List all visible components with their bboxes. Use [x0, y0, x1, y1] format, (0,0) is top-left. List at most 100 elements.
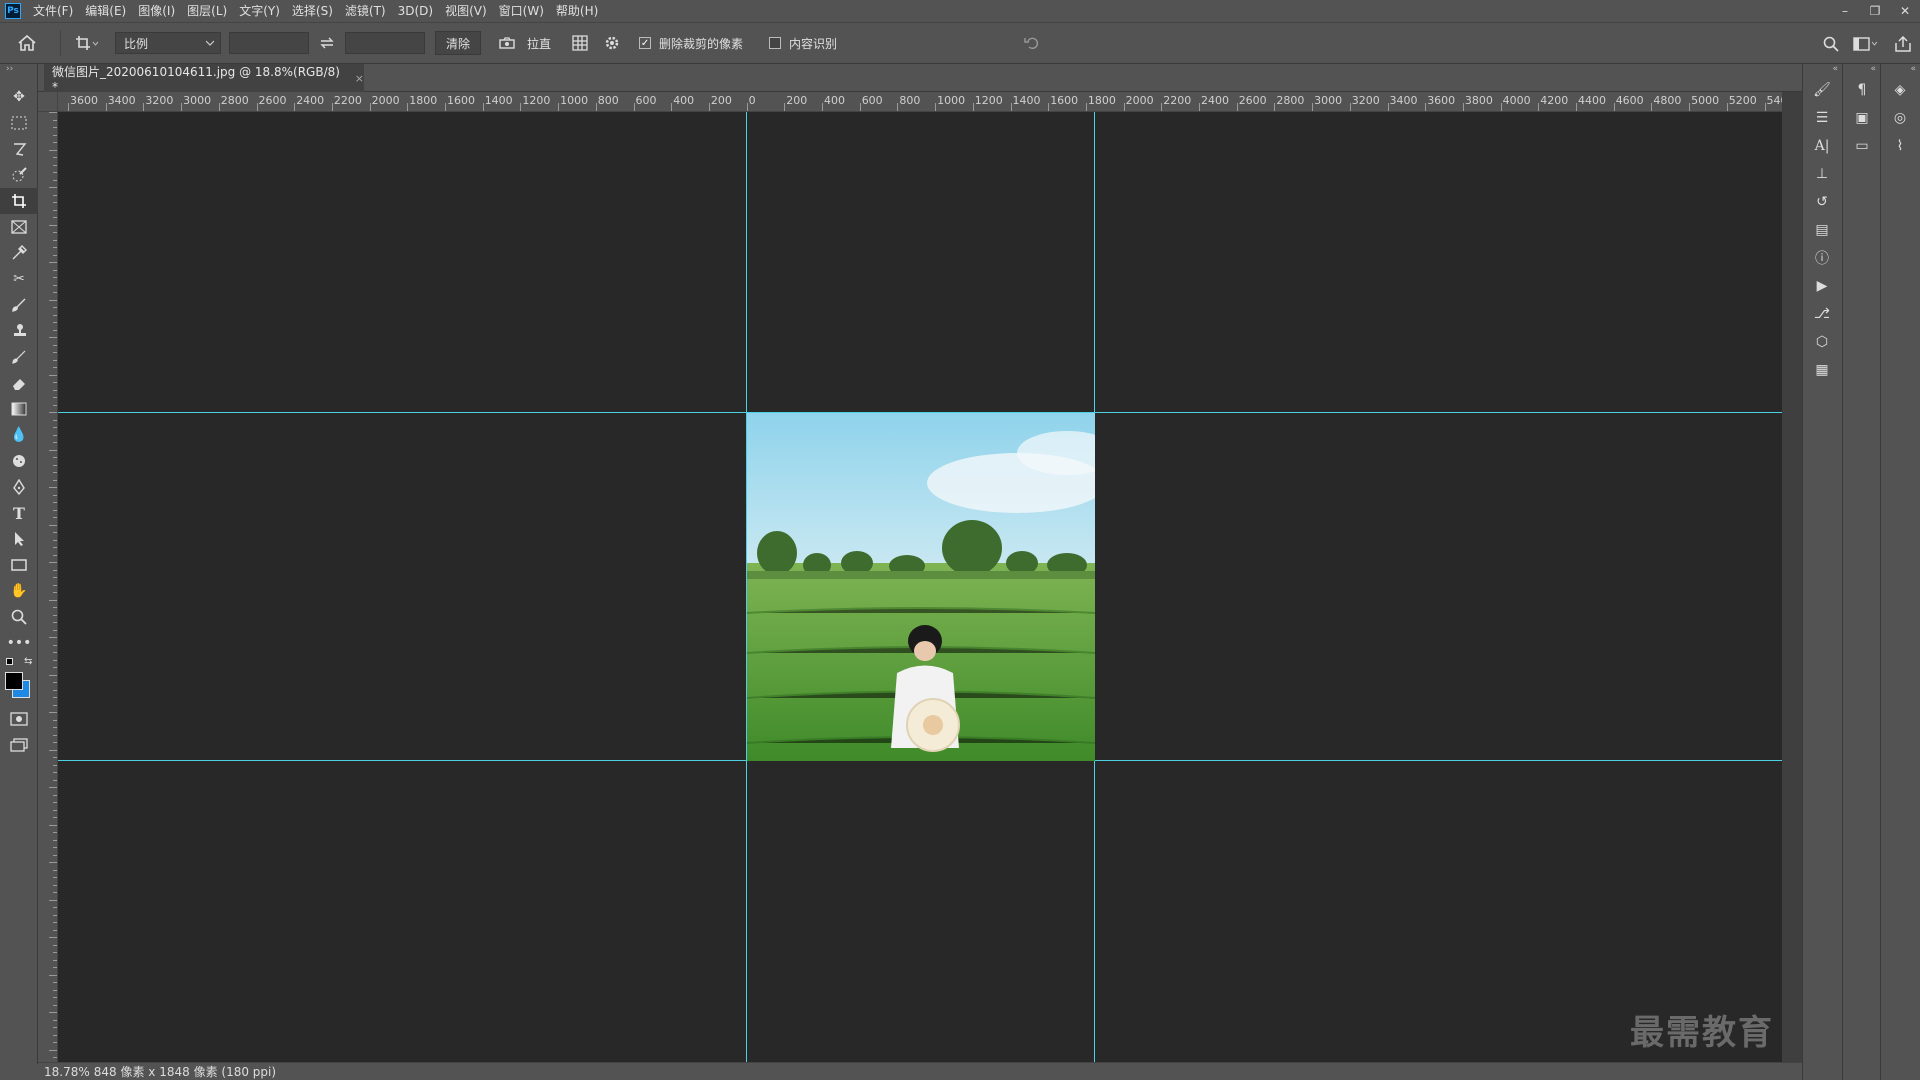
eraser-tool[interactable]	[0, 370, 38, 396]
collapse-dock-3-icon[interactable]: «	[1881, 64, 1920, 76]
channels-panel-button[interactable]: ◎	[1881, 104, 1919, 132]
delete-cropped-checkbox[interactable]: ✓	[639, 37, 652, 49]
brush-settings-panel-button[interactable]: 🖌	[1803, 76, 1841, 104]
clear-button[interactable]: 清除	[435, 31, 482, 55]
menu-filter[interactable]: 滤镜(T)	[339, 0, 392, 22]
toolbar-collapse-icon[interactable]: ››	[0, 64, 37, 76]
menu-type[interactable]: 文字(Y)	[233, 0, 286, 22]
ruler-origin[interactable]	[38, 92, 58, 112]
menu-edit[interactable]: 编辑(E)	[79, 0, 132, 22]
crop-tool[interactable]	[0, 188, 38, 214]
search-button[interactable]	[1816, 30, 1846, 58]
pen-tool[interactable]	[0, 474, 38, 500]
blur-tool[interactable]: 💧	[0, 422, 38, 448]
canvas-area[interactable]: 最需教育	[58, 112, 1782, 1062]
crop-width-input[interactable]	[229, 32, 309, 54]
share-button[interactable]	[1886, 30, 1920, 58]
ruler-tick	[53, 389, 57, 391]
canvas-scrollbar[interactable]	[1782, 92, 1802, 1062]
window-controls: – ❐ ✕	[1830, 0, 1920, 22]
ratio-select[interactable]: 比例	[115, 32, 221, 54]
delete-cropped-pixels-option[interactable]: ✓ 删除裁剪的像素	[639, 35, 743, 52]
overlay-options-button[interactable]	[565, 29, 595, 57]
paragraph-panel-button[interactable]: ¶	[1843, 76, 1881, 104]
3d-panel-button[interactable]: ⬡	[1803, 328, 1841, 356]
sponge-tool[interactable]	[0, 448, 38, 474]
home-button[interactable]	[0, 29, 54, 57]
healing-tool[interactable]: ✂	[0, 266, 38, 292]
hand-tool[interactable]: ✋	[0, 578, 38, 604]
content-aware-option[interactable]: 内容识别	[769, 35, 837, 52]
menu-window[interactable]: 窗口(W)	[493, 0, 550, 22]
info-panel-button[interactable]: ⓘ	[1803, 244, 1841, 272]
ruler-label: 3200	[145, 94, 174, 107]
clone-source-panel-button[interactable]: ⊥	[1803, 160, 1841, 188]
menu-view[interactable]: 视图(V)	[439, 0, 493, 22]
photoshop-logo: Ps	[5, 3, 21, 19]
crop-icon	[12, 194, 26, 208]
crop-preset-button[interactable]	[67, 29, 107, 57]
ruler-label: 2600	[1238, 94, 1267, 107]
straighten-label[interactable]: 拉直	[527, 35, 551, 52]
frame-tool[interactable]	[0, 214, 38, 240]
menu-select[interactable]: 选择(S)	[286, 0, 339, 22]
menu-file[interactable]: 文件(F)	[27, 0, 79, 22]
quick-mask-button[interactable]	[0, 706, 38, 732]
zoom-tool[interactable]	[0, 604, 38, 630]
close-tab-icon[interactable]: ×	[355, 72, 364, 85]
paths-panel-button[interactable]: ⎇	[1803, 300, 1841, 328]
lasso-tool[interactable]	[0, 136, 38, 162]
screen-mode-button[interactable]	[0, 732, 38, 758]
menu-3d[interactable]: 3D(D)	[392, 0, 439, 22]
type-tool[interactable]: T	[0, 500, 38, 526]
adjustments-panel-button[interactable]: ☰	[1803, 104, 1841, 132]
foreground-color-swatch[interactable]	[5, 672, 23, 690]
ruler-tick	[53, 1034, 57, 1036]
move-tool[interactable]: ✥	[0, 84, 38, 110]
clone-stamp-tool[interactable]	[0, 318, 38, 344]
actions-panel-button[interactable]: ▶	[1803, 272, 1841, 300]
workspace-button[interactable]	[1846, 30, 1886, 58]
brush-tool[interactable]	[0, 292, 38, 318]
crop-settings-button[interactable]	[595, 29, 629, 57]
quick-selection-tool[interactable]	[0, 162, 38, 188]
default-colors-icon[interactable]	[6, 658, 13, 665]
collapse-dock-2-icon[interactable]: «	[1843, 64, 1880, 76]
libraries-panel-button[interactable]: ▣	[1843, 104, 1881, 132]
history-panel-button[interactable]: ↺	[1803, 188, 1841, 216]
path-panel-button[interactable]: ⌇	[1881, 132, 1919, 160]
content-aware-checkbox[interactable]	[769, 37, 782, 49]
straighten-tool-button[interactable]	[487, 29, 527, 57]
document-tab[interactable]: 微信图片_20200610104611.jpg @ 18.8%(RGB/8) *…	[44, 64, 364, 94]
rectangle-tool[interactable]	[0, 552, 38, 578]
document-info[interactable]: 848 像素 x 1848 像素 (180 ppi)	[94, 1063, 276, 1080]
document-image[interactable]	[747, 413, 1095, 761]
character-panel-button[interactable]: A|	[1803, 132, 1841, 160]
ruler-tick	[53, 577, 57, 578]
eyedropper-tool[interactable]	[0, 240, 38, 266]
zoom-level[interactable]: 18.78%	[44, 1065, 90, 1079]
collapse-dock-icon[interactable]: «	[1803, 64, 1842, 76]
minimize-button[interactable]: –	[1830, 0, 1860, 22]
close-window-button[interactable]: ✕	[1890, 0, 1920, 22]
more-tools-button[interactable]: •••	[0, 630, 38, 656]
swap-colors-icon[interactable]: ⇆	[24, 656, 32, 667]
frame-icon	[11, 220, 27, 234]
menu-help[interactable]: 帮助(H)	[550, 0, 604, 22]
layers-panel-button[interactable]: ◈	[1881, 76, 1919, 104]
vertical-ruler[interactable]	[38, 112, 58, 1062]
notes-panel-button[interactable]: ▭	[1843, 132, 1881, 160]
marquee-tool[interactable]	[0, 110, 38, 136]
menu-image[interactable]: 图像(I)	[132, 0, 181, 22]
crop-height-input[interactable]	[345, 32, 425, 54]
restore-button[interactable]: ❐	[1860, 0, 1890, 22]
reset-crop-button[interactable]	[1017, 29, 1047, 57]
menu-layer[interactable]: 图层(L)	[181, 0, 233, 22]
history-brush-tool[interactable]	[0, 344, 38, 370]
timeline-panel-button[interactable]: ▦	[1803, 356, 1841, 384]
horizontal-ruler[interactable]: 3600 3400 3200 3000 2800 2600 2400 2200 2000 1800…	[58, 92, 1782, 112]
path-selection-tool[interactable]	[0, 526, 38, 552]
gradient-tool[interactable]	[0, 396, 38, 422]
properties-panel-button[interactable]: ▤	[1803, 216, 1841, 244]
swap-dimensions-button[interactable]	[309, 29, 345, 57]
